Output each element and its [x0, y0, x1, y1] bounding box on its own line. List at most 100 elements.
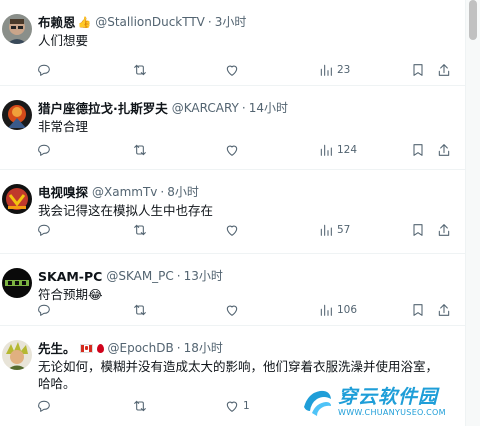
- separator-dot: ·: [160, 185, 165, 199]
- views-count: 106: [337, 304, 358, 316]
- share-icon: [438, 64, 450, 76]
- views-button[interactable]: 124: [318, 141, 357, 159]
- heart-icon: [226, 65, 238, 76]
- retweet-button[interactable]: [132, 141, 148, 159]
- reply-button[interactable]: [36, 221, 52, 239]
- bookmark-icon: [413, 64, 423, 76]
- separator-dot: ·: [241, 101, 246, 115]
- reply-icon: [38, 144, 50, 156]
- avatar[interactable]: [2, 268, 32, 298]
- views-button[interactable]: 106: [318, 301, 357, 319]
- tweet-actions: 124: [36, 141, 460, 159]
- display-name[interactable]: 电视嗅探: [38, 184, 88, 201]
- tweet[interactable]: 布赖恩 👍 @StallionDuckTTV · 3小时 人们想要 23: [0, 0, 466, 86]
- share-icon: [438, 304, 450, 316]
- views-button[interactable]: 57: [318, 221, 350, 239]
- views-chart-icon: [320, 144, 332, 156]
- reply-icon: [38, 64, 50, 76]
- share-button[interactable]: [436, 141, 452, 159]
- share-button[interactable]: [436, 61, 452, 79]
- display-name[interactable]: 猎户座德拉戈·扎斯罗夫: [38, 100, 168, 117]
- watermark-logo-icon: [304, 390, 331, 416]
- tweet[interactable]: 电视嗅探 @XammTv · 8小时 我会记得这在模拟人生中也存在 57: [0, 170, 466, 254]
- user-handle[interactable]: @XammTv: [92, 184, 157, 201]
- share-button[interactable]: [436, 221, 452, 239]
- display-name[interactable]: 先生。: [38, 340, 76, 357]
- watermark-title: 穿云软件园: [338, 386, 439, 408]
- tweet-text: 我会记得这在模拟人生中也存在: [38, 203, 214, 218]
- display-name[interactable]: 布赖恩: [38, 14, 76, 31]
- tweet-actions: 57: [36, 221, 460, 239]
- user-handle[interactable]: @SKAM_PC: [106, 268, 173, 285]
- name-emoji: 👍: [77, 16, 92, 29]
- reply-button[interactable]: [36, 301, 52, 319]
- blood-drop-icon: [96, 344, 104, 353]
- timestamp[interactable]: 13小时: [184, 268, 223, 285]
- bookmark-icon: [413, 144, 423, 156]
- bookmark-button[interactable]: [410, 301, 426, 319]
- tweet-actions: 106: [36, 301, 460, 319]
- retweet-icon: [134, 400, 146, 412]
- share-button[interactable]: [436, 301, 452, 319]
- heart-icon: [226, 305, 238, 316]
- watermark-url: WWW.CHUANYUSEO.COM: [338, 408, 446, 417]
- timestamp[interactable]: 3小时: [215, 14, 247, 31]
- views-chart-icon: [320, 304, 332, 316]
- bookmark-icon: [413, 304, 423, 316]
- timestamp[interactable]: 14小时: [249, 100, 288, 117]
- views-chart-icon: [320, 224, 332, 236]
- separator-dot: ·: [176, 341, 181, 355]
- bookmark-button[interactable]: [410, 221, 426, 239]
- like-button[interactable]: [224, 221, 240, 239]
- like-button[interactable]: 1: [224, 397, 250, 415]
- reply-button[interactable]: [36, 61, 52, 79]
- views-count: 23: [337, 64, 351, 76]
- views-count: 124: [337, 144, 358, 156]
- heart-icon: [226, 225, 238, 236]
- reply-button[interactable]: [36, 141, 52, 159]
- share-icon: [438, 224, 450, 236]
- views-button[interactable]: 23: [318, 61, 350, 79]
- user-handle[interactable]: @EpochDB: [108, 340, 174, 357]
- bookmark-button[interactable]: [410, 61, 426, 79]
- tweet[interactable]: SKAM-PC @SKAM_PC · 13小时 符合预期😂 106: [0, 254, 466, 326]
- heart-icon: [226, 145, 238, 156]
- timeline: 布赖恩 👍 @StallionDuckTTV · 3小时 人们想要 23 猎户座…: [0, 0, 466, 426]
- tweet-text: 人们想要: [38, 33, 89, 48]
- share-icon: [438, 144, 450, 156]
- separator-dot: ·: [207, 15, 212, 29]
- reply-icon: [38, 400, 50, 412]
- display-name[interactable]: SKAM-PC: [38, 268, 102, 285]
- timestamp[interactable]: 8小时: [167, 184, 199, 201]
- retweet-icon: [134, 144, 146, 156]
- like-button[interactable]: [224, 301, 240, 319]
- retweet-button[interactable]: [132, 221, 148, 239]
- avatar[interactable]: [2, 14, 32, 44]
- like-button[interactable]: [224, 61, 240, 79]
- retweet-icon: [134, 304, 146, 316]
- user-handle[interactable]: @StallionDuckTTV: [95, 14, 205, 31]
- scrollbar-thumb[interactable]: [469, 0, 477, 40]
- avatar[interactable]: [2, 184, 32, 214]
- reply-button[interactable]: [36, 397, 52, 415]
- tweet-text: 非常合理: [38, 119, 89, 134]
- retweet-button[interactable]: [132, 61, 148, 79]
- bookmark-button[interactable]: [410, 141, 426, 159]
- views-count: 57: [337, 224, 351, 236]
- avatar[interactable]: [2, 100, 32, 130]
- canada-flag-icon: [79, 344, 93, 353]
- tweet-actions: 23: [36, 61, 460, 79]
- reply-icon: [38, 224, 50, 236]
- retweet-button[interactable]: [132, 397, 148, 415]
- bookmark-icon: [413, 224, 423, 236]
- watermark: 穿云软件园 WWW.CHUANYUSEO.COM: [300, 382, 466, 422]
- heart-icon: [226, 401, 238, 412]
- timestamp[interactable]: 18小时: [184, 340, 223, 357]
- tweet[interactable]: 猎户座德拉戈·扎斯罗夫 @KARCARY · 14小时 非常合理 124: [0, 86, 466, 170]
- like-button[interactable]: [224, 141, 240, 159]
- retweet-button[interactable]: [132, 301, 148, 319]
- views-chart-icon: [320, 64, 332, 76]
- scrollbar[interactable]: [466, 0, 480, 426]
- user-handle[interactable]: @KARCARY: [172, 100, 239, 117]
- avatar[interactable]: [2, 340, 32, 370]
